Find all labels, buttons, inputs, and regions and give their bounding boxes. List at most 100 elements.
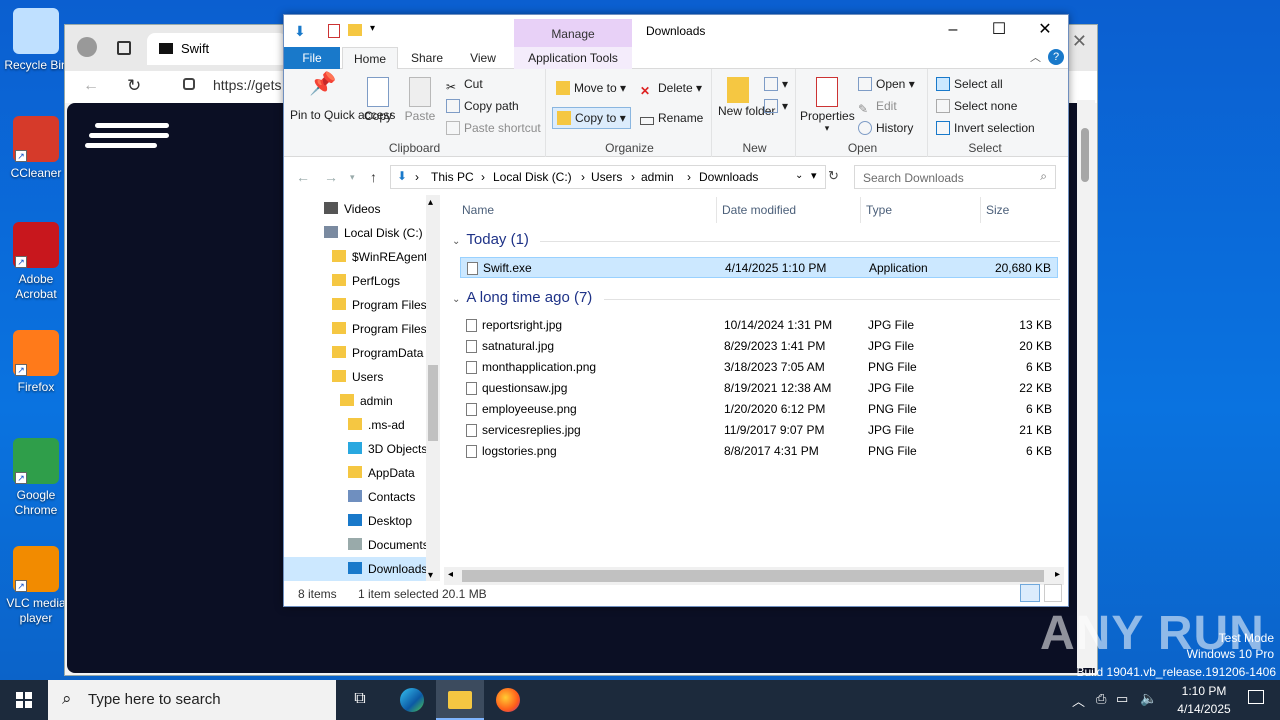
- tab-file[interactable]: File: [284, 47, 340, 69]
- desktop-icon-chrome[interactable]: ↗ Google Chrome: [4, 438, 68, 518]
- manage-contextual-tab[interactable]: Manage: [514, 19, 632, 47]
- copy-path-button[interactable]: Copy path: [446, 99, 519, 113]
- edge-taskbar-icon[interactable]: [390, 684, 434, 716]
- recent-locations-icon[interactable]: ▾: [350, 172, 355, 183]
- profile-icon[interactable]: [77, 37, 97, 57]
- select-none-button[interactable]: Select none: [936, 99, 1017, 113]
- column-name[interactable]: Name: [462, 203, 494, 221]
- column-type[interactable]: Type: [866, 203, 892, 221]
- group-header[interactable]: ⌄ A long time ago (7): [452, 289, 592, 306]
- desktop-icon-vlc[interactable]: ↗ VLC media player: [4, 546, 68, 626]
- maximize-icon[interactable]: ☐: [976, 15, 1022, 45]
- file-row[interactable]: monthapplication.png 3/18/2023 7:05 AM PNG…: [460, 357, 1058, 378]
- column-date-modified[interactable]: Date modified: [722, 203, 796, 221]
- forward-icon[interactable]: →: [324, 169, 338, 185]
- nav-item[interactable]: Videos: [284, 197, 426, 221]
- taskbar-search-input[interactable]: ⌕ Type here to search: [48, 680, 336, 720]
- clock-time[interactable]: 1:10 PM: [1174, 684, 1234, 698]
- nav-item[interactable]: Users: [284, 365, 426, 389]
- column-size[interactable]: Size: [986, 203, 1009, 221]
- help-icon[interactable]: ?: [1048, 49, 1064, 65]
- file-row[interactable]: reportsright.jpg 10/14/2024 1:31 PM JPG Fi…: [460, 315, 1058, 336]
- crumb-users[interactable]: Users: [591, 170, 622, 184]
- nav-item[interactable]: Documents: [284, 533, 429, 557]
- nav-item[interactable]: 3D Objects: [284, 437, 427, 461]
- copy-to-button[interactable]: Copy to ▾: [552, 107, 631, 129]
- nav-item[interactable]: ProgramData: [284, 341, 426, 365]
- history-button[interactable]: History: [858, 121, 913, 135]
- nav-item[interactable]: admin: [284, 389, 426, 413]
- task-view-icon[interactable]: ⧉: [338, 684, 382, 716]
- nav-item[interactable]: Local Disk (C:): [284, 221, 426, 245]
- show-hidden-icons-icon[interactable]: ︿: [1072, 691, 1085, 710]
- nav-item[interactable]: PerfLogs: [284, 269, 426, 293]
- tab-actions-icon[interactable]: [117, 41, 131, 55]
- close-icon[interactable]: ✕: [1022, 15, 1068, 45]
- browser-tab[interactable]: Swift: [147, 33, 287, 65]
- invert-selection-button[interactable]: Invert selection: [936, 121, 1035, 135]
- nav-item[interactable]: Contacts: [284, 485, 426, 509]
- crumb-admin[interactable]: admin: [641, 170, 674, 184]
- nav-item[interactable]: Desktop: [284, 509, 426, 533]
- file-row[interactable]: Swift.exe 4/14/2025 1:10 PM Application 20,…: [460, 257, 1058, 278]
- paste-shortcut-button[interactable]: Paste shortcut: [446, 121, 541, 135]
- properties-button[interactable]: Properties ▾: [800, 77, 855, 134]
- rename-button[interactable]: Rename: [640, 111, 703, 125]
- file-row[interactable]: satnatural.jpg 8/29/2023 1:41 PM JPG File 2…: [460, 336, 1058, 357]
- start-button[interactable]: [0, 680, 48, 720]
- open-button[interactable]: Open ▾: [858, 77, 915, 91]
- file-row[interactable]: logstories.png 8/8/2017 4:31 PM PNG File 6 …: [460, 441, 1058, 462]
- path-box[interactable]: ⬇ › This PC › Local Disk (C:) › Users › …: [390, 165, 826, 189]
- firefox-taskbar-icon[interactable]: [486, 684, 530, 716]
- nav-scrollbar[interactable]: ▴ ▾: [426, 195, 440, 581]
- nav-item[interactable]: $WinREAgent: [284, 245, 427, 269]
- file-row[interactable]: servicesreplies.jpg 11/9/2017 9:07 PM JPG …: [460, 420, 1058, 441]
- notifications-icon[interactable]: [1248, 690, 1264, 704]
- paste-button[interactable]: Paste: [402, 77, 438, 123]
- qat-folder-icon[interactable]: [348, 24, 362, 36]
- tab-view[interactable]: View: [458, 47, 508, 69]
- qat-properties-icon[interactable]: [328, 24, 340, 38]
- nav-item[interactable]: AppData: [284, 461, 426, 485]
- back-icon[interactable]: ←: [83, 77, 99, 95]
- easy-access-button[interactable]: ▾: [764, 99, 788, 113]
- desktop-icon-ccleaner[interactable]: ↗ CCleaner: [4, 116, 68, 181]
- new-folder-button[interactable]: New folder: [718, 77, 775, 118]
- file-row[interactable]: questionsaw.jpg 8/19/2021 12:38 AM JPG Fil…: [460, 378, 1058, 399]
- lock-icon[interactable]: [183, 78, 195, 90]
- path-dropdown-icon[interactable]: ⌄: [795, 170, 803, 181]
- quick-access-down-icon[interactable]: ⬇: [294, 23, 306, 40]
- minimize-icon[interactable]: –: [930, 15, 976, 45]
- tab-share[interactable]: Share: [402, 47, 452, 69]
- refresh-icon[interactable]: ↻: [828, 168, 839, 184]
- scroll-up-icon[interactable]: ▴: [428, 197, 433, 208]
- qat-dropdown-icon[interactable]: ▾: [370, 23, 375, 34]
- select-all-button[interactable]: Select all: [936, 77, 1003, 91]
- network-device-icon[interactable]: ⎙: [1096, 691, 1106, 707]
- search-input[interactable]: Search Downloads ⌕: [854, 165, 1056, 189]
- scroll-thumb[interactable]: [428, 365, 438, 441]
- delete-button[interactable]: ✕ Delete ▾: [640, 81, 702, 98]
- new-item-button[interactable]: ▾: [764, 77, 788, 91]
- nav-item[interactable]: .ms-ad: [284, 413, 426, 437]
- url-field[interactable]: https://gets: [213, 77, 281, 93]
- desktop-icon-acrobat[interactable]: ↗ Adobe Acrobat: [4, 222, 68, 302]
- desktop-icon-firefox[interactable]: ↗ Firefox: [4, 330, 68, 395]
- cut-button[interactable]: ✂ Cut: [446, 77, 483, 94]
- move-to-button[interactable]: Move to ▾: [556, 81, 626, 95]
- tab-home[interactable]: Home: [342, 47, 398, 70]
- back-icon[interactable]: ←: [296, 169, 310, 185]
- nav-item[interactable]: Downloads: [284, 557, 427, 581]
- crumb-downloads[interactable]: Downloads: [699, 170, 758, 184]
- network-icon[interactable]: ▭: [1116, 691, 1128, 707]
- pin-quick-access-button[interactable]: 📌 Pin to Quick access: [290, 73, 395, 122]
- browser-scrollbar[interactable]: [1077, 100, 1095, 668]
- edit-button[interactable]: ✎ Edit: [858, 99, 897, 116]
- clock-date[interactable]: 4/14/2025: [1166, 702, 1242, 716]
- details-view-icon[interactable]: [1020, 584, 1040, 602]
- group-header[interactable]: ⌄ Today (1): [452, 231, 529, 248]
- refresh-icon[interactable]: ↻: [127, 76, 141, 96]
- nav-item[interactable]: Program Files: [284, 317, 427, 341]
- crumb-this-pc[interactable]: This PC: [431, 170, 474, 184]
- up-icon[interactable]: ↑: [370, 169, 377, 185]
